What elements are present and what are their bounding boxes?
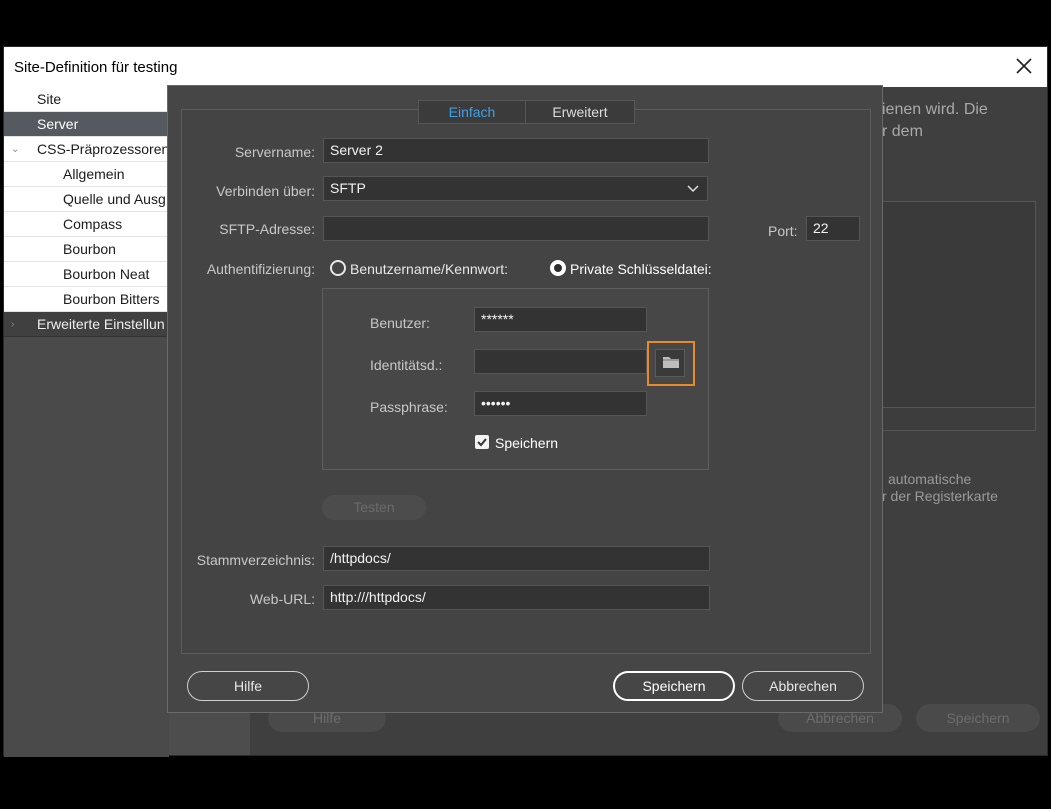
test-button[interactable]: Testen [322,495,426,520]
root-dir-input[interactable]: /httpdocs/ [323,546,710,571]
sftp-address-label: SFTP-Adresse: [219,221,315,237]
bg-text-line3: automatische [888,471,972,487]
auth-password-radio[interactable] [330,260,346,276]
window-title: Site-Definition für testing [14,59,178,76]
nav-item-bourbon-bitters[interactable]: Bourbon Bitters [4,287,169,312]
title-bar: Site-Definition für testing [4,47,1047,87]
passphrase-label: Passphrase: [370,399,448,415]
nav-item-source-output[interactable]: Quelle und Ausg [4,187,169,212]
nav-item-compass[interactable]: Compass [4,212,169,237]
help-button[interactable]: Hilfe [187,671,309,701]
bg-text-line2: r dem [882,123,923,140]
user-input[interactable]: ****** [474,307,647,332]
identity-file-label: Identitätsd.: [370,357,443,373]
identity-file-input[interactable] [474,349,647,374]
server-dialog: Einfach Erweitert Servername: Server 2 V… [167,85,883,713]
bg-save-button: Speichern [916,704,1040,732]
chevron-right-icon[interactable]: › [11,312,14,336]
auth-keyfile-label[interactable]: Private Schlüsseldatei: [570,261,712,277]
bg-input [882,407,1036,431]
tab-advanced[interactable]: Erweitert [525,100,635,124]
cancel-button[interactable]: Abbrechen [742,671,864,701]
browse-button[interactable] [655,349,685,377]
nav-item-bourbon-neat[interactable]: Bourbon Neat [4,262,169,287]
nav-item-bourbon[interactable]: Bourbon [4,237,169,262]
chevron-down-icon[interactable]: ⌄ [11,137,19,161]
chevron-down-icon [687,177,699,207]
nav-item-server[interactable]: Server [4,112,169,137]
bg-text-line4: r der Registerkarte [882,488,998,504]
port-label: Port: [768,223,798,239]
save-checkbox-label[interactable]: Speichern [495,435,558,451]
category-tree: Site Server ⌄ CSS-Präprozessoren Allgeme… [4,87,169,757]
sftp-address-input[interactable] [323,216,709,241]
folder-icon [656,357,686,379]
nav-item-advanced-settings[interactable]: › Erweiterte Einstellun [4,312,169,337]
bg-list-box [882,201,1036,408]
auth-password-label[interactable]: Benutzername/Kennwort: [350,261,508,277]
nav-item-site[interactable]: Site [4,87,169,112]
tab-basic[interactable]: Einfach [418,100,526,124]
auth-label: Authentifizierung: [206,261,315,277]
server-settings-panel: Einfach Erweitert Servername: Server 2 V… [181,100,871,654]
server-name-label: Servername: [234,144,315,160]
save-checkbox[interactable] [475,435,489,449]
bg-text-line1: ienen wird. Die [882,101,988,118]
connect-via-label: Verbinden über: [216,183,315,199]
user-label: Benutzer: [370,315,430,331]
connect-via-select[interactable]: SFTP [323,176,708,201]
save-button[interactable]: Speichern [613,671,735,701]
web-url-input[interactable]: http:///httpdocs/ [323,585,710,610]
port-input[interactable]: 22 [806,216,860,241]
web-url-label: Web-URL: [249,591,315,607]
server-name-input[interactable]: Server 2 [323,138,709,163]
root-dir-label: Stammverzeichnis: [196,552,315,568]
nav-item-general[interactable]: Allgemein [4,162,169,187]
nav-item-css-preprocessors[interactable]: ⌄ CSS-Präprozessoren [4,137,169,162]
close-icon[interactable] [1011,53,1037,79]
auth-keyfile-radio[interactable] [550,260,566,276]
passphrase-input[interactable]: •••••• [474,391,647,416]
